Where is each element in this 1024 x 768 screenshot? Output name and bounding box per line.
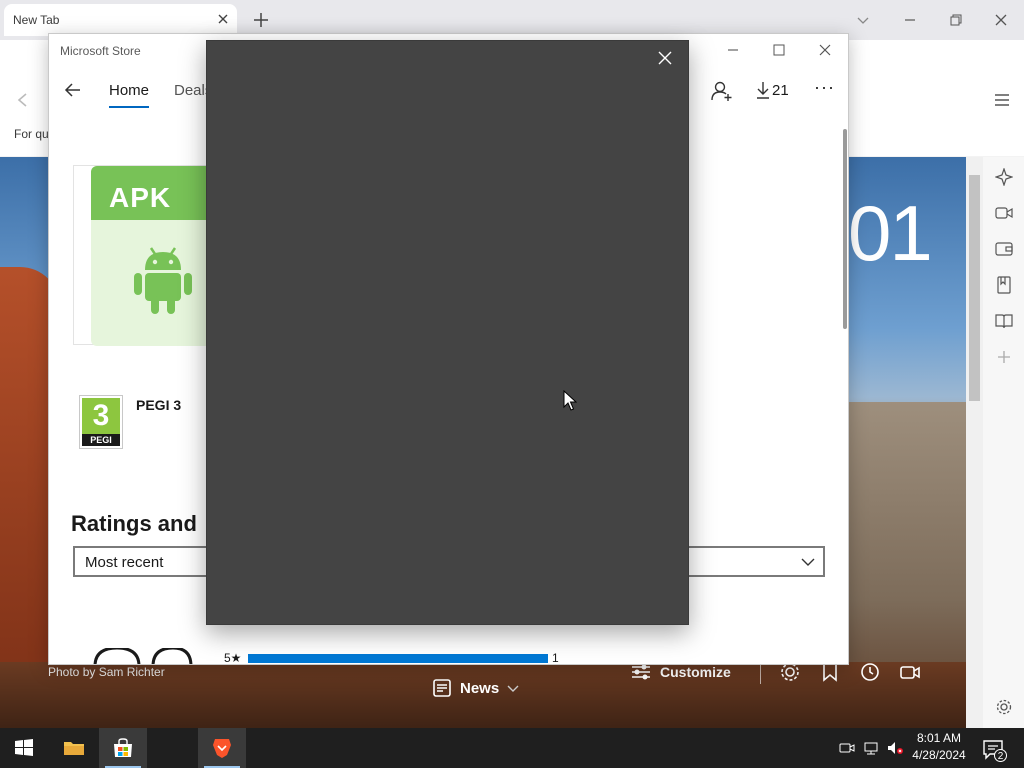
plus-icon[interactable] [995,348,1013,366]
chevron-down-icon [801,558,815,566]
sparkle-icon[interactable] [995,168,1013,186]
downloads-button[interactable]: 21 [756,81,789,99]
bookmarks-icon[interactable] [995,276,1013,294]
download-icon [757,82,769,99]
close-icon[interactable] [818,43,832,57]
mouse-cursor-icon [563,390,577,411]
minimize-icon[interactable] [902,12,918,28]
chevron-down-icon [507,685,519,692]
scrollbar-thumb[interactable] [969,175,980,401]
add-account-icon[interactable] [711,80,733,102]
video-icon[interactable] [899,661,921,683]
photo-credit[interactable]: Photo by Sam Richter [48,665,165,679]
maximize-icon[interactable] [772,43,786,57]
android-robot-icon [134,247,192,314]
news-button[interactable]: News [432,677,519,699]
volume-muted-icon[interactable] [887,740,903,756]
rating-row-label: 5★ [224,651,242,665]
history-icon[interactable] [859,661,881,683]
folder-icon [64,742,84,755]
nav-home[interactable]: Home [109,82,149,99]
store-bag-icon [114,738,132,757]
clock-date: 4/28/2024 [912,748,966,762]
clock-time: 8:01 AM [916,731,962,745]
pegi-rating-badge: 3 PEGI [79,395,123,449]
downloads-count: 21 [772,81,789,99]
minimize-icon[interactable] [726,43,740,57]
wallet-icon[interactable] [995,240,1013,258]
restore-icon[interactable] [948,12,964,28]
age-rating-label: PEGI 3 [136,397,182,413]
plus-icon[interactable] [252,11,270,29]
customize-label: Customize [660,664,731,680]
window-title: Microsoft Store [60,44,141,58]
network-icon[interactable] [863,740,879,756]
back-arrow-icon[interactable] [64,81,82,99]
meet-now-icon[interactable] [839,740,855,756]
close-icon[interactable] [658,51,672,65]
rating-row-count: 1 [552,651,559,665]
taskbar-microsoft-store[interactable] [99,728,147,768]
taskbar-clock[interactable]: 8:01 AM 4/28/2024 [904,730,974,764]
close-icon[interactable] [217,13,229,25]
start-button[interactable] [0,728,48,768]
browser-tab-title: New Tab [13,13,60,27]
taskbar-brave-browser[interactable] [198,728,246,768]
new-tab-clock: 01 [848,189,933,277]
browser-scrollbar[interactable] [966,157,983,728]
gear-icon[interactable] [995,698,1013,716]
average-rating-number [93,648,193,664]
browser-sidebar [983,157,1024,728]
quick-link-text: For qu [14,127,49,141]
menu-icon[interactable] [994,93,1010,107]
modal-dialog [206,40,689,625]
ratings-heading: Ratings and [71,511,197,536]
rating-row-bar [248,654,548,663]
windows-logo-icon [15,739,33,756]
reading-list-icon[interactable] [995,312,1013,330]
taskbar-file-explorer[interactable] [50,728,98,768]
chevron-down-icon[interactable] [856,13,870,27]
notification-count-badge: 2 [994,749,1007,762]
brave-logo-icon [213,739,231,758]
pegi-badge-text: PEGI [82,434,120,446]
more-options-button[interactable]: ··· [814,77,835,98]
sliders-icon [632,664,650,680]
close-icon[interactable] [993,12,1009,28]
news-icon [433,679,451,697]
pegi-badge-number: 3 [82,398,120,434]
rating-row-bar-fill [248,654,548,663]
back-arrow-icon[interactable] [16,92,30,108]
sort-selected-value: Most recent [85,554,164,571]
browser-tab-new-tab[interactable]: New Tab [4,4,237,36]
store-scrollbar-thumb[interactable] [843,129,847,329]
news-label: News [460,679,500,697]
apk-label: APK [109,182,172,213]
video-call-icon[interactable] [995,204,1013,222]
nav-home-indicator [109,106,149,108]
